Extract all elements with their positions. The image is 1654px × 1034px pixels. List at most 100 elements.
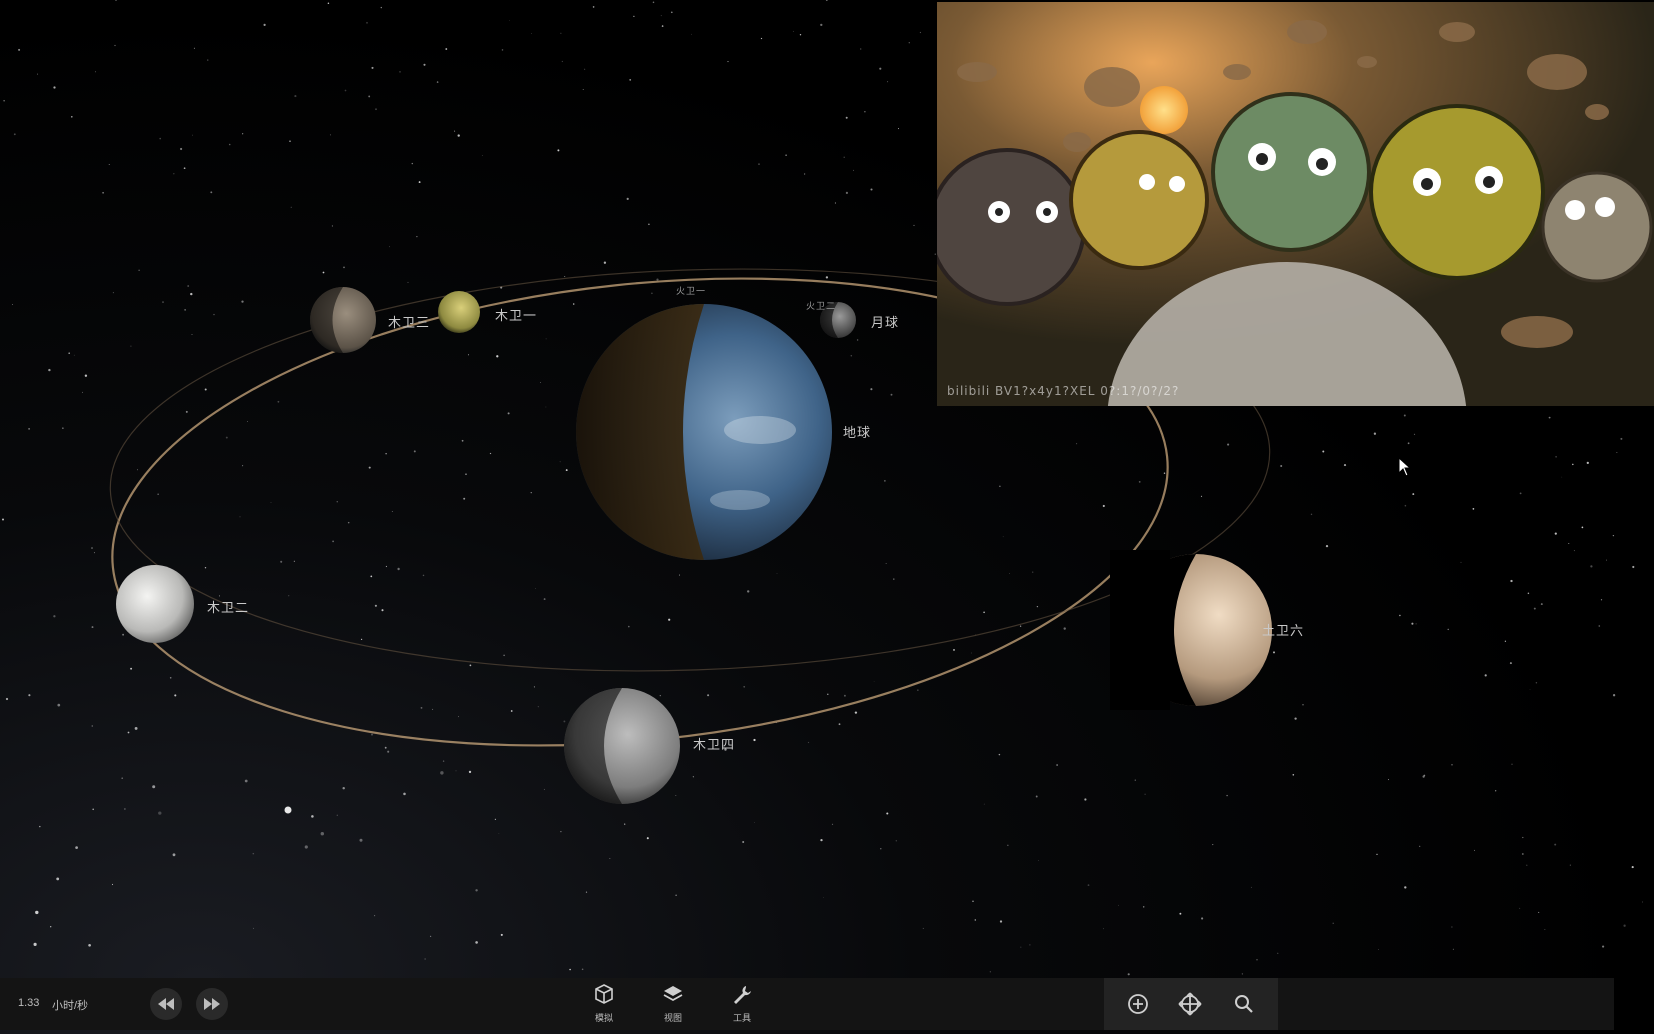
star [183,167,186,170]
star [423,63,426,66]
star [192,134,193,136]
star [843,694,846,697]
star [1292,774,1295,776]
star [807,741,810,744]
star [1179,912,1182,915]
star [661,25,664,27]
star [436,81,439,83]
star [754,822,755,824]
star [660,15,662,17]
star [1084,798,1087,801]
star [442,760,445,762]
fast-forward-button[interactable] [196,988,228,1020]
star [70,115,73,118]
star [825,276,829,279]
star [468,770,472,774]
star [124,808,126,810]
ganymede[interactable] [310,287,376,353]
star [1008,573,1010,575]
star [692,776,694,778]
star [344,89,347,92]
mouse-cursor-icon [1398,457,1412,477]
star [440,771,444,775]
star [1036,605,1039,608]
star [1127,973,1130,976]
menu-simulation[interactable]: 模拟 [579,984,629,1028]
star [270,502,272,503]
star [1201,917,1204,920]
star [469,664,472,667]
star [92,808,94,811]
star [1134,779,1136,781]
star [560,830,562,833]
move-button[interactable] [1174,988,1206,1020]
star [329,134,331,136]
inset-watermark: bilibili BV1?x4y1?XEL 0?:1?/0?/2? [947,384,1180,398]
star [115,0,117,1]
star [803,173,806,175]
rewind-button[interactable] [150,988,182,1020]
menu-tools-label: 工具 [732,1013,751,1023]
europa[interactable] [116,565,194,643]
star [403,792,406,796]
star [114,44,116,47]
star [458,716,459,718]
star [342,786,345,790]
menu-tools[interactable]: 工具 [717,984,767,1028]
star [678,574,681,576]
star [420,706,423,709]
star [845,191,849,195]
star [581,968,584,971]
star [75,846,78,849]
star [228,143,231,146]
star [537,706,539,708]
star [998,753,1001,756]
star [368,466,371,469]
io[interactable] [438,291,480,333]
star [159,137,161,140]
star [825,0,828,1]
rewind-icon [158,998,174,1010]
callisto[interactable] [564,688,680,804]
star [347,521,350,524]
earth[interactable] [576,304,832,560]
star [1102,504,1105,508]
star [1035,795,1038,798]
star [185,410,188,413]
star [545,338,547,340]
star [311,815,314,818]
star [1612,694,1616,697]
star [1415,623,1417,625]
star [28,428,30,430]
star [1535,682,1538,684]
star [39,825,41,828]
zoom-in-button[interactable] [1122,988,1154,1020]
star [1632,565,1635,569]
star [389,246,391,248]
star [290,206,292,208]
star [1273,651,1275,654]
star [122,633,124,636]
star [5,697,9,701]
search-button[interactable] [1228,988,1260,1020]
bottom-toolbar: 1.33 小时/秒 模拟 视图 工具 [0,978,1614,1030]
inset-video[interactable]: bilibili BV1?x4y1?XEL 0?:1?/0?/2? [937,2,1654,406]
star [263,23,266,27]
menu-view[interactable]: 视图 [648,984,698,1028]
label-europa: 木卫二 [207,600,250,615]
navigation-controls [1104,978,1278,1030]
star [371,733,373,736]
star [82,391,83,393]
star [534,588,536,589]
star [112,292,114,294]
titan[interactable] [1110,550,1272,710]
star [213,313,215,316]
star [88,943,91,947]
star [2,518,4,521]
star [898,128,899,130]
star [130,667,133,670]
star [418,181,421,184]
star [885,563,887,565]
star [572,303,575,305]
star [507,412,510,415]
